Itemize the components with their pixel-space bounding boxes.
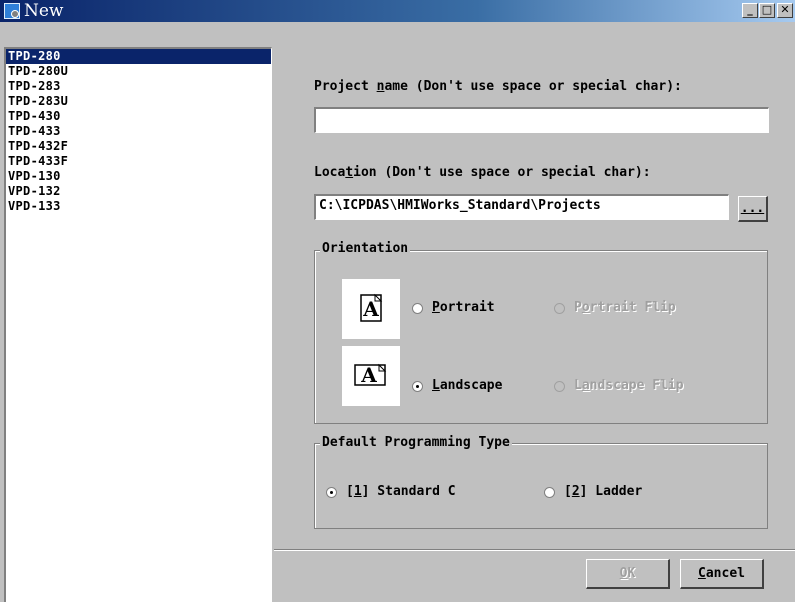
cancel-button[interactable]: Cancel — [680, 559, 764, 589]
list-item[interactable]: TPD-280 — [6, 49, 271, 64]
portrait-preview-letter: A — [362, 297, 379, 321]
list-item[interactable]: VPD-133 — [6, 199, 271, 214]
portrait-preview-icon: A — [342, 279, 400, 339]
new-project-dialog: New _ □ ✕ TPD-280 TPD-280U TPD-283 TPD-283U… — [0, 0, 795, 602]
portrait-radio[interactable] — [412, 303, 423, 314]
landscape-radio[interactable] — [412, 381, 423, 392]
title-bar[interactable]: New _ □ ✕ — [0, 0, 795, 22]
standard-c-radio[interactable] — [326, 487, 337, 498]
list-item[interactable]: TPD-283U — [6, 94, 271, 109]
list-item[interactable]: VPD-130 — [6, 169, 271, 184]
minimize-button[interactable]: _ — [742, 3, 758, 18]
landscape-label[interactable]: Landscape — [432, 378, 502, 393]
landscape-flip-radio[interactable] — [554, 381, 565, 392]
landscape-preview-icon: A — [342, 346, 400, 406]
ladder-radio[interactable] — [544, 487, 555, 498]
list-item[interactable]: TPD-433F — [6, 154, 271, 169]
close-button[interactable]: ✕ — [777, 3, 793, 18]
project-name-label: Project name (Don't use space or special… — [314, 79, 682, 94]
settings-panel: Project name (Don't use space or special… — [274, 47, 795, 602]
model-list[interactable]: TPD-280 TPD-280U TPD-283 TPD-283U TPD-430 TPD… — [4, 47, 272, 602]
location-label: Location (Don't use space or special cha… — [314, 165, 651, 180]
programming-type-title: Default Programming Type — [320, 435, 512, 450]
portrait-flip-radio[interactable] — [554, 303, 565, 314]
window-title: New — [24, 1, 64, 21]
location-input[interactable]: C:\ICPDAS\HMIWorks_Standard\Projects — [314, 194, 729, 220]
project-name-input[interactable] — [314, 107, 769, 133]
button-bar-separator — [274, 549, 795, 551]
portrait-flip-label[interactable]: Portrait Flip — [574, 300, 676, 315]
landscape-flip-label[interactable]: Landscape Flip — [574, 378, 684, 393]
list-item[interactable]: VPD-132 — [6, 184, 271, 199]
landscape-preview-letter: A — [360, 363, 377, 387]
maximize-button[interactable]: □ — [759, 3, 775, 18]
list-item[interactable]: TPD-430 — [6, 109, 271, 124]
ok-button[interactable]: OK — [586, 559, 670, 589]
app-icon — [4, 3, 20, 19]
portrait-label[interactable]: Portrait — [432, 300, 495, 315]
standard-c-label[interactable]: [1] Standard C — [346, 484, 456, 499]
orientation-group-title: Orientation — [320, 241, 411, 256]
list-item[interactable]: TPD-280U — [6, 64, 271, 79]
browse-button[interactable]: ... — [738, 196, 768, 222]
list-item[interactable]: TPD-432F — [6, 139, 271, 154]
ladder-label[interactable]: [2] Ladder — [564, 484, 642, 499]
list-item[interactable]: TPD-433 — [6, 124, 271, 139]
list-item[interactable]: TPD-283 — [6, 79, 271, 94]
